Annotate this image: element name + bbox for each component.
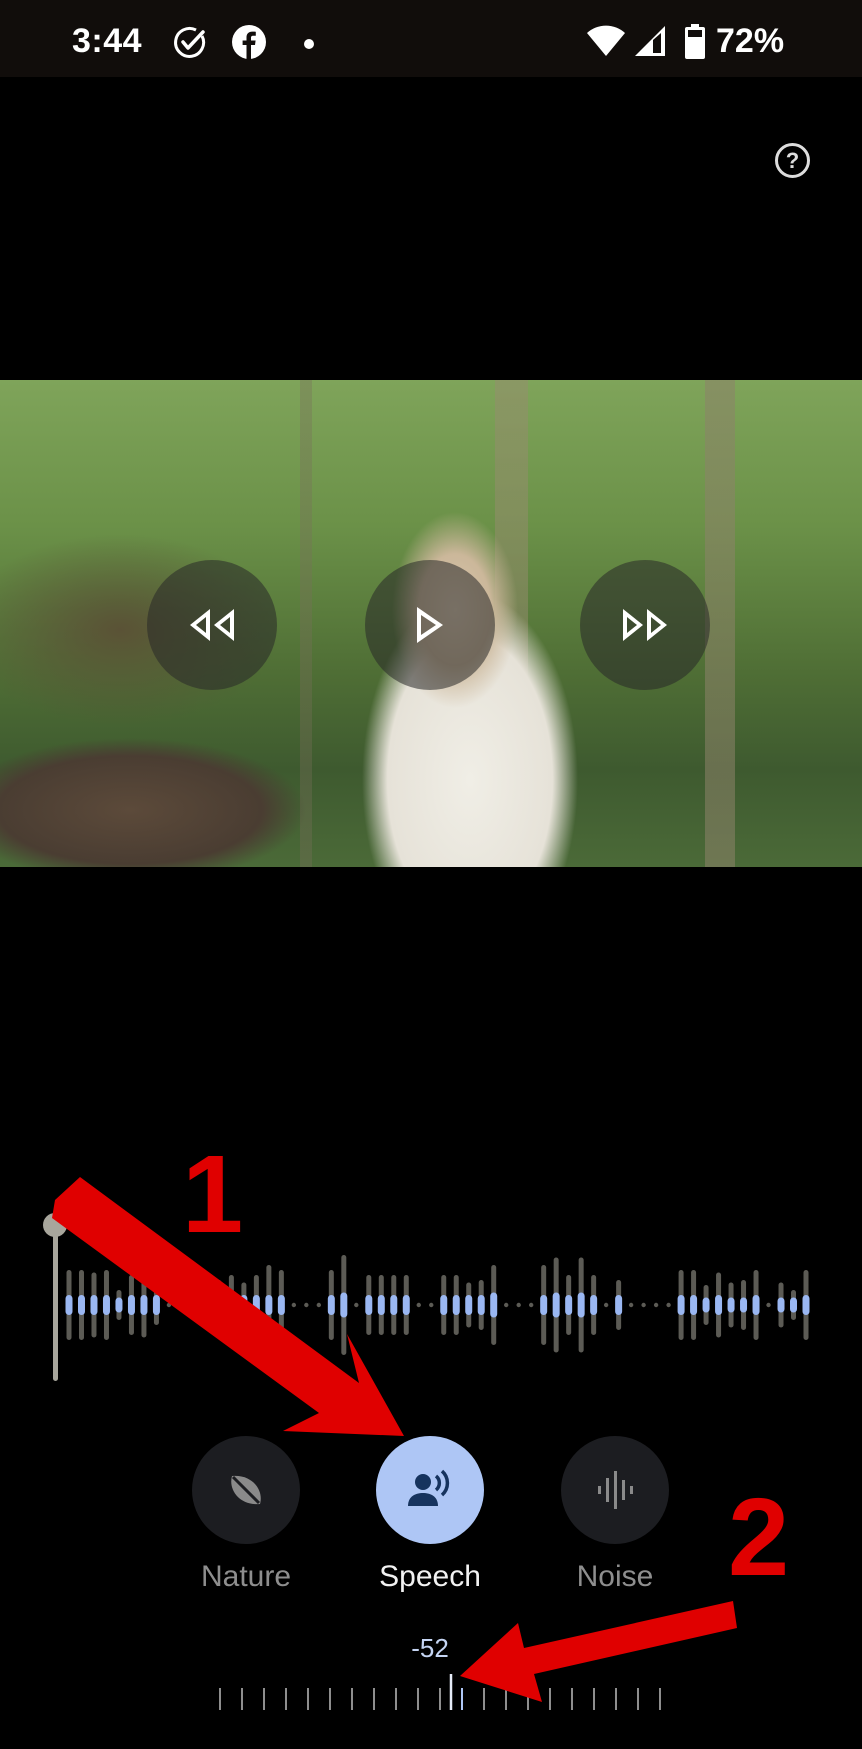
waveform-bar-highlight [65, 1295, 73, 1315]
audio-waveform[interactable] [0, 1240, 862, 1370]
battery-icon [685, 24, 705, 59]
waveform-bar-highlight [465, 1295, 473, 1315]
waveform-silence-dot [166, 1302, 172, 1308]
waveform-bar-highlight [77, 1295, 85, 1315]
waveform-bar-highlight [752, 1295, 760, 1315]
mode-label-speech: Speech [379, 1560, 481, 1593]
waveform-bar-highlight [390, 1295, 398, 1315]
waveform-bar-highlight [615, 1295, 623, 1315]
mode-button-speech[interactable] [376, 1436, 484, 1544]
status-bar: 3:44 72% [0, 0, 862, 77]
fast-forward-button[interactable] [580, 560, 710, 690]
waveform-bar-highlight [102, 1295, 110, 1315]
waveform-icon [598, 1471, 633, 1509]
waveform-silence-dot [316, 1302, 322, 1308]
waveform-silence-dot [191, 1302, 197, 1308]
waveform-bar-highlight [140, 1295, 148, 1315]
waveform-bar-highlight [365, 1295, 373, 1315]
waveform-bar-highlight [127, 1295, 135, 1315]
battery-percent: 72% [716, 22, 785, 60]
video-preview[interactable] [0, 380, 862, 867]
leaf-icon [231, 1475, 261, 1505]
annotation-number-1: 1 [182, 1133, 244, 1256]
waveform-silence-dot [528, 1302, 534, 1308]
waveform-bar-highlight [790, 1297, 798, 1313]
playhead-handle[interactable] [43, 1213, 67, 1237]
waveform-bar-highlight [702, 1297, 710, 1313]
waveform-bar-highlight [690, 1295, 698, 1315]
play-icon [417, 607, 443, 643]
waveform-bar-highlight [402, 1295, 410, 1315]
level-value: -52 [411, 1633, 449, 1663]
waveform-silence-dot [354, 1302, 359, 1308]
waveform-bar-highlight [540, 1295, 548, 1315]
waveform-bar-highlight [377, 1295, 385, 1315]
cellular-signal-icon [635, 26, 665, 56]
waveform-bar-highlight [727, 1297, 735, 1313]
waveform-bar-highlight [227, 1295, 235, 1315]
waveform-bar-highlight [802, 1295, 810, 1315]
level-slider[interactable] [0, 1670, 862, 1720]
mode-label-nature: Nature [200, 1560, 292, 1593]
waveform-bar-highlight [565, 1295, 573, 1315]
wifi-icon [587, 25, 625, 56]
waveform-bar-highlight [252, 1295, 260, 1315]
dot-icon [304, 39, 314, 49]
waveform-bar-highlight [577, 1292, 585, 1318]
waveform-bar-highlight [440, 1295, 448, 1315]
waveform-bar-highlight [265, 1295, 273, 1315]
waveform-silence-dot [504, 1302, 509, 1308]
waveform-bar-highlight [277, 1295, 285, 1315]
waveform-silence-dot [291, 1302, 297, 1308]
waveform-silence-dot [653, 1302, 659, 1308]
waveform-bar-highlight [327, 1295, 335, 1315]
check-circle-icon [174, 26, 206, 58]
waveform-bar-highlight [215, 1297, 223, 1313]
waveform-bar-highlight [552, 1292, 560, 1318]
rewind-icon [190, 609, 234, 641]
waveform-silence-dot [516, 1302, 521, 1308]
help-circle-icon: ? [785, 147, 800, 173]
waveform-bar-highlight [777, 1297, 785, 1313]
waveform-silence-dot [603, 1302, 609, 1308]
mode-button-noise[interactable] [561, 1436, 669, 1544]
waveform-silence-dot [304, 1302, 309, 1308]
waveform-silence-dot [416, 1302, 421, 1308]
rewind-button[interactable] [147, 560, 277, 690]
waveform-bar-highlight [90, 1295, 98, 1315]
waveform-bar-highlight [740, 1297, 748, 1313]
waveform-bar-highlight [452, 1295, 460, 1315]
waveform-bar-highlight [115, 1297, 123, 1313]
status-time: 3:44 [72, 22, 143, 60]
waveform-silence-dot [179, 1302, 184, 1308]
waveform-silence-dot [766, 1302, 771, 1308]
waveform-silence-dot [429, 1302, 434, 1308]
waveform-bar-highlight [490, 1292, 498, 1318]
waveform-bar-highlight [715, 1295, 723, 1315]
mode-button-nature[interactable] [192, 1436, 300, 1544]
waveform-bar-highlight [677, 1295, 685, 1315]
facebook-icon [232, 25, 266, 60]
waveform-bar-highlight [340, 1292, 348, 1318]
waveform-bar-highlight [477, 1295, 485, 1315]
waveform-silence-dot [641, 1302, 646, 1308]
mode-label-noise: Noise [576, 1560, 654, 1593]
waveform-bar-highlight [240, 1295, 248, 1315]
fast-forward-icon [623, 609, 667, 641]
waveform-bar-highlight [152, 1295, 160, 1315]
speaker-person-icon [408, 1469, 450, 1506]
waveform-silence-dot [628, 1302, 634, 1308]
waveform-silence-dot [666, 1302, 671, 1308]
annotation-number-2: 2 [728, 1476, 790, 1599]
waveform-bar-highlight [590, 1295, 598, 1315]
help-button[interactable]: ? [775, 143, 810, 178]
waveform-bar-highlight [202, 1300, 210, 1310]
play-button[interactable] [365, 560, 495, 690]
